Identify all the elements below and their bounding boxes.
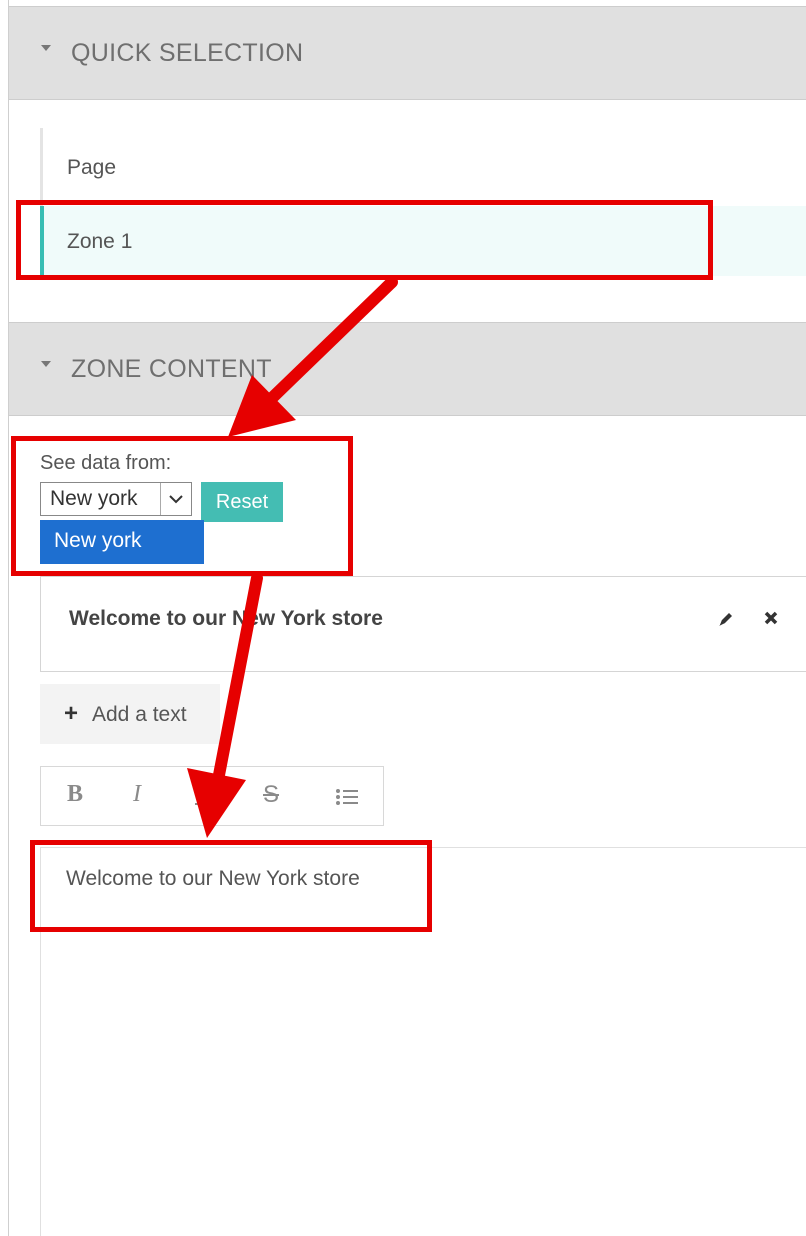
data-source-select-value: New york [50, 487, 138, 510]
text-format-toolbar: B I U S [40, 766, 384, 826]
pencil-icon[interactable] [717, 610, 735, 633]
quick-selection-header[interactable]: QUICK SELECTION [9, 6, 806, 100]
dropdown-option-label: New york [54, 529, 142, 552]
bullet-list-icon[interactable] [335, 787, 359, 812]
panel-border [8, 0, 9, 1236]
zone-content-header[interactable]: ZONE CONTENT [9, 322, 806, 416]
caret-down-icon [41, 361, 51, 367]
editor-border-left [40, 847, 41, 1236]
strikethrough-button[interactable]: S [263, 781, 279, 809]
quick-selection-item-zone-1[interactable]: Zone 1 [40, 206, 806, 276]
add-text-label: Add a text [92, 703, 187, 726]
editor-border-top [40, 847, 806, 848]
dropdown-option-new-york[interactable]: New york [40, 520, 204, 564]
section-divider [9, 308, 806, 323]
active-indicator [40, 206, 44, 276]
plus-icon: + [64, 700, 79, 727]
reset-button[interactable]: Reset [201, 482, 283, 522]
data-source-select[interactable]: New york [40, 482, 192, 516]
underline-button[interactable]: U [195, 781, 212, 808]
quick-selection-item-label: Page [67, 156, 117, 179]
rich-text-editor[interactable]: Welcome to our New York store [66, 867, 360, 891]
quick-selection-item-label: Zone 1 [67, 230, 133, 253]
quick-selection-title: QUICK SELECTION [71, 39, 304, 67]
bold-button[interactable]: B [67, 781, 83, 808]
zone-content-title: ZONE CONTENT [71, 355, 272, 383]
text-block-card[interactable]: Welcome to our New York store [40, 576, 806, 672]
caret-down-icon [41, 45, 51, 51]
italic-button[interactable]: I [133, 781, 141, 808]
chevron-down-icon[interactable] [160, 483, 191, 515]
text-block-title: Welcome to our New York store [69, 607, 383, 630]
add-text-button[interactable]: + Add a text [40, 684, 220, 744]
see-data-from-label: See data from: [40, 452, 172, 474]
quick-selection-item-page[interactable]: Page [43, 132, 806, 202]
close-icon[interactable] [763, 610, 779, 631]
